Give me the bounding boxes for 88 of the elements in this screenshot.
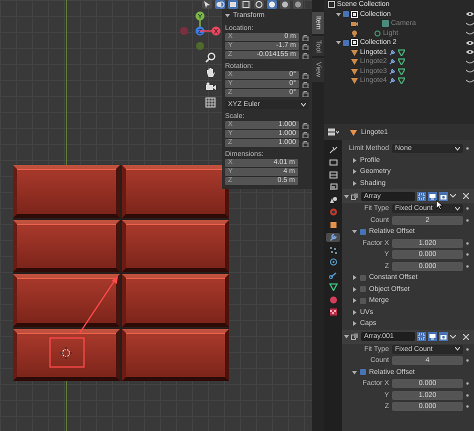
- cursor-icon: [202, 0, 212, 9]
- checkbox[interactable]: [360, 228, 366, 235]
- keyframe-dot-icon: [466, 207, 469, 210]
- include-checkbox[interactable]: [343, 11, 349, 18]
- chevron-icon: [455, 146, 460, 151]
- toggle-button[interactable]: [439, 192, 448, 200]
- toggle-button[interactable]: [428, 332, 437, 341]
- camera-icon: [205, 82, 216, 93]
- edit-mode-icon: [418, 192, 425, 200]
- keyframe-dot-icon: [466, 218, 469, 222]
- properties-tab[interactable]: [326, 282, 340, 292]
- hand-icon: [205, 67, 216, 78]
- array-modifier-icon: [351, 333, 359, 340]
- checkbox[interactable]: [360, 369, 366, 376]
- monitor-icon: [429, 333, 436, 340]
- zoom-icon: [205, 52, 216, 63]
- chevron-icon: [450, 334, 456, 338]
- solid-sphere-icon: [267, 0, 277, 9]
- checkbox[interactable]: [360, 286, 366, 292]
- mouse-cursor-icon: [436, 200, 443, 210]
- material-sphere-icon: [280, 0, 290, 9]
- keyframe-dot-icon: [466, 394, 469, 397]
- lock-icon: [302, 130, 309, 138]
- camera-icon: [351, 20, 358, 28]
- 3d-cursor-icon: [60, 346, 72, 360]
- rendered-sphere-icon: [293, 0, 303, 9]
- lock-icon: [302, 140, 309, 146]
- chevron-icon: [301, 102, 306, 106]
- properties-tab[interactable]: [326, 232, 340, 242]
- lock-icon: [302, 90, 309, 96]
- close-icon: [463, 193, 469, 199]
- triangle-icon: [328, 283, 338, 291]
- overlay-icon: [215, 0, 225, 9]
- keyframe-dot-icon: [466, 253, 469, 256]
- keyframe-dot-icon: [466, 147, 469, 150]
- light-data-icon: [374, 30, 381, 37]
- orbit-icon: [328, 258, 338, 266]
- monitor-icon: [429, 192, 436, 200]
- chevron-icon: [455, 347, 460, 352]
- square-icon: [328, 220, 338, 228]
- editor-type-icon: [328, 128, 339, 136]
- camera-icon: [440, 333, 447, 340]
- image-stack-icon: [328, 183, 338, 191]
- camera-data-icon: [382, 20, 389, 28]
- keyframe-dot-icon: [466, 359, 469, 362]
- chevron-icon: [450, 194, 456, 198]
- lock-icon: [302, 52, 309, 58]
- lock-icon: [302, 42, 309, 50]
- keyframe-dot-icon: [466, 264, 469, 268]
- wrench-icon: [388, 58, 396, 66]
- edit-mode-icon: [418, 333, 425, 340]
- wrench-icon: [328, 233, 338, 241]
- lock-icon: [302, 72, 309, 78]
- wireframe-sphere-icon: [254, 0, 264, 9]
- lock-icon: [302, 80, 309, 88]
- toggle-button[interactable]: [439, 332, 448, 341]
- particles-icon: [328, 246, 338, 254]
- lock-icon: [302, 34, 309, 40]
- close-icon: [463, 334, 469, 340]
- wrench-icon: [388, 77, 396, 84]
- collection-icon: [351, 10, 358, 18]
- include-checkbox[interactable]: [343, 40, 349, 46]
- checkbox[interactable]: [360, 298, 366, 304]
- wrench-icon: [388, 68, 396, 75]
- highlight-box: [49, 337, 85, 368]
- keyframe-dot-icon: [466, 382, 469, 386]
- keyframe-dot-icon: [466, 242, 469, 245]
- annotation-arrow: [78, 276, 118, 334]
- sphere-icon: [328, 296, 338, 304]
- chevron-icon: [455, 206, 460, 211]
- grid-icon: [205, 97, 216, 108]
- lock-icon: [302, 122, 309, 128]
- checker-icon: [328, 308, 338, 316]
- cone-sphere-icon: [328, 196, 338, 204]
- keyframe-dot-icon: [466, 405, 469, 408]
- toggle-button[interactable]: [417, 192, 426, 200]
- toggle-button[interactable]: [428, 192, 437, 200]
- checkbox[interactable]: [360, 274, 366, 281]
- light-icon: [351, 30, 358, 37]
- wrench-icon: [388, 48, 396, 56]
- camera-icon: [440, 192, 447, 200]
- collection-icon: [328, 1, 335, 8]
- mesh-icon: [350, 128, 357, 136]
- toggle-button[interactable]: [417, 332, 426, 341]
- box-icon: [241, 0, 251, 9]
- keyframe-dot-icon: [466, 348, 469, 351]
- array-modifier-icon: [351, 192, 359, 200]
- collection-icon: [351, 39, 358, 46]
